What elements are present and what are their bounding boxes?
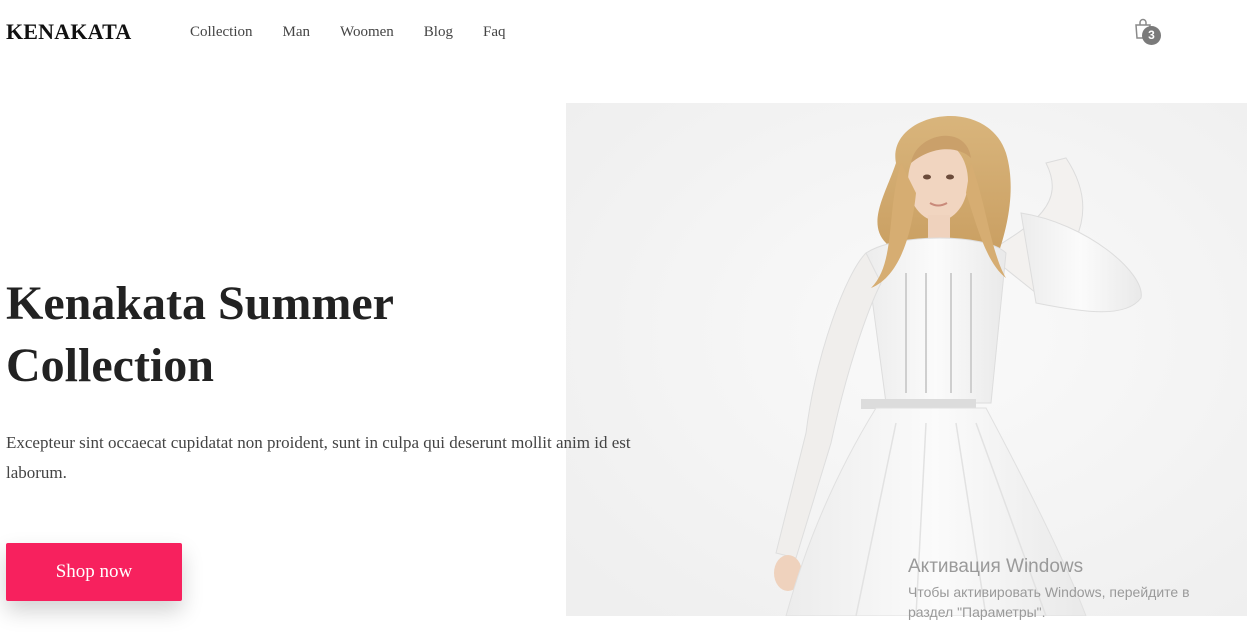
- shop-now-button[interactable]: Shop now: [6, 543, 182, 601]
- main-nav: Collection Man Woomen Blog Faq: [190, 24, 535, 41]
- windows-activation-watermark: Активация Windows Чтобы активировать Win…: [908, 555, 1238, 622]
- hero-title-line-1: Kenakata Summer: [6, 277, 394, 330]
- nav-faq[interactable]: Faq: [483, 24, 506, 41]
- site-logo[interactable]: KENAKATA: [6, 19, 131, 45]
- activation-subtitle: Чтобы активировать Windows, перейдите в …: [908, 584, 1190, 620]
- nav-blog[interactable]: Blog: [424, 24, 453, 41]
- woman-in-white-dress-photo: [566, 103, 1247, 616]
- activation-title: Активация Windows: [908, 556, 1084, 577]
- nav-woomen[interactable]: Woomen: [340, 24, 394, 41]
- cart-button[interactable]: 3: [1133, 18, 1163, 48]
- hero-description: Excepteur sint occaecat cupidatat non pr…: [6, 433, 631, 482]
- nav-collection[interactable]: Collection: [190, 24, 253, 41]
- hero-title-line-2: Collection: [6, 339, 214, 392]
- hero-title: Kenakata Summer Collection: [6, 273, 546, 397]
- hero-image: [566, 103, 1247, 616]
- cart-count-badge: 3: [1142, 26, 1161, 45]
- nav-man[interactable]: Man: [283, 24, 311, 41]
- site-header: KENAKATA Collection Man Woomen Blog Faq …: [0, 0, 1247, 66]
